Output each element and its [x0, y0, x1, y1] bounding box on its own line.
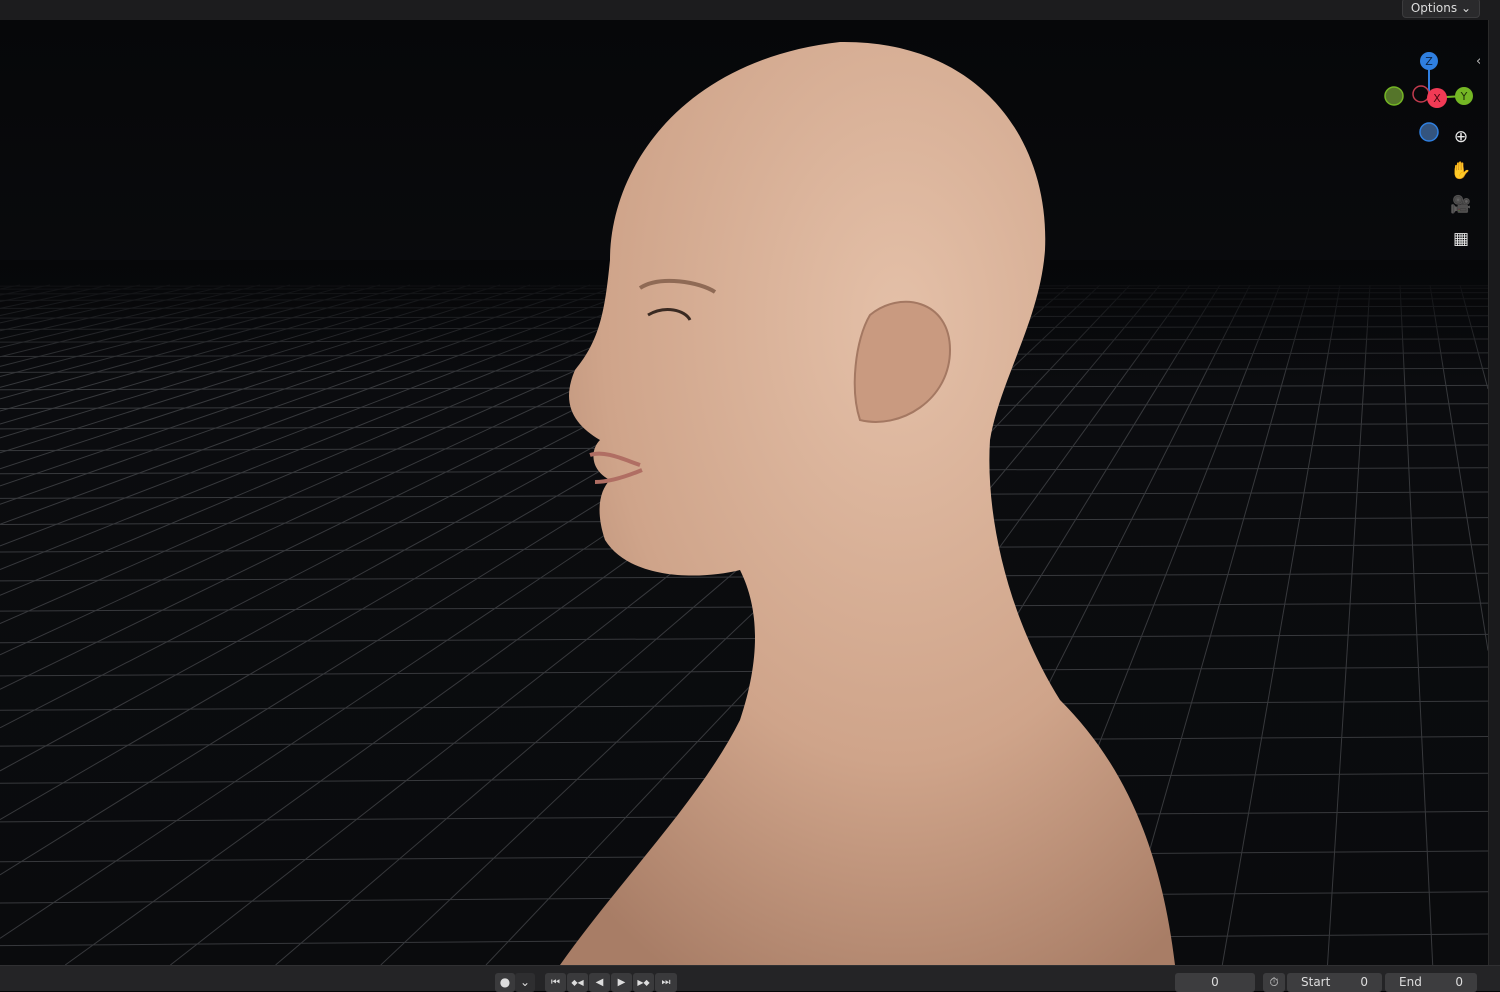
scene-render [0, 20, 1488, 965]
axis-y-label: Y [1460, 90, 1468, 103]
current-frame-field[interactable]: 0 [1175, 973, 1255, 992]
record-dropdown[interactable]: ⌄ [515, 973, 535, 992]
end-value: 0 [1455, 973, 1463, 992]
jump-end-button[interactable]: ⏭ [655, 973, 677, 992]
pan-hand-icon[interactable]: ✋ [1448, 158, 1474, 184]
end-label: End [1399, 973, 1422, 992]
3d-viewport[interactable]: Z Y X ‹ ⊕ ✋ 🎥 ▦ [0, 20, 1488, 965]
grid-line [1328, 285, 1371, 965]
record-button[interactable]: ● [495, 973, 515, 992]
header-bar: Options ⌄ [0, 0, 1500, 20]
start-label: Start [1301, 973, 1330, 992]
grid-line [1400, 285, 1433, 965]
perspective-grid-icon[interactable]: ▦ [1448, 226, 1474, 252]
timeline-bar: ● ⌄ ⏮ ◆◀ ◀ ▶ ▶◆ ⏭ 0 ⏱ Start 0 End 0 [0, 965, 1500, 991]
sidebar-tab-strip[interactable] [1488, 20, 1500, 965]
prev-keyframe-button[interactable]: ◆◀ [567, 973, 588, 992]
stopwatch-icon[interactable]: ⏱ [1263, 973, 1285, 992]
start-value: 0 [1360, 973, 1368, 992]
options-dropdown[interactable]: Options ⌄ [1402, 0, 1480, 18]
jump-start-button[interactable]: ⏮ [545, 973, 566, 992]
camera-icon[interactable]: 🎥 [1448, 192, 1474, 218]
next-keyframe-button[interactable]: ▶◆ [633, 973, 654, 992]
play-button[interactable]: ▶ [611, 973, 632, 992]
grid-line [0, 634, 1488, 642]
axis-x-label: X [1433, 92, 1441, 105]
axis-z-label: Z [1425, 55, 1433, 68]
play-reverse-button[interactable]: ◀ [589, 973, 610, 992]
sidebar-collapse-icon[interactable]: ‹ [1476, 54, 1481, 69]
start-frame-field[interactable]: Start 0 [1287, 973, 1382, 992]
grid-line [0, 667, 1488, 676]
head-model [560, 42, 1175, 965]
end-frame-field[interactable]: End 0 [1385, 973, 1477, 992]
zoom-icon[interactable]: ⊕ [1448, 124, 1474, 150]
grid-line [0, 603, 1488, 611]
